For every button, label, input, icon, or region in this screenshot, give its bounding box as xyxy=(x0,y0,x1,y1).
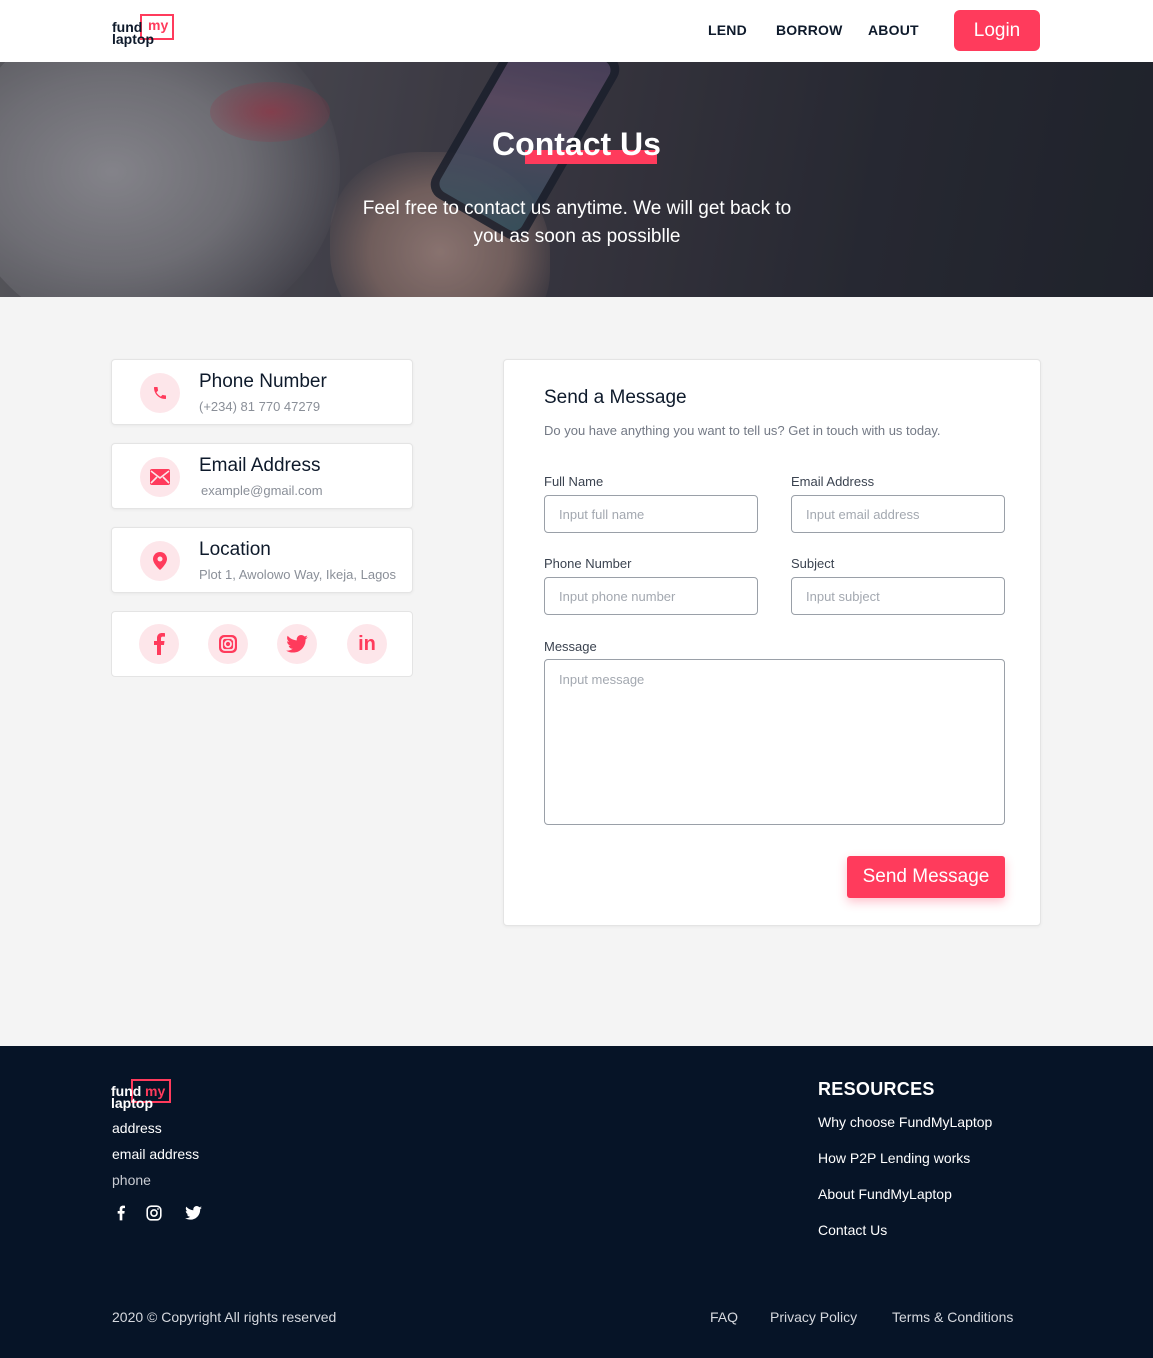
nav-lend-link[interactable]: LEND xyxy=(708,22,747,38)
resource-link-about[interactable]: About FundMyLaptop xyxy=(818,1186,952,1202)
message-textarea[interactable] xyxy=(544,659,1005,825)
full-name-label: Full Name xyxy=(544,474,604,489)
email-card: Email Address example@gmail.com xyxy=(111,443,413,509)
location-card: Location Plot 1, Awolowo Way, Ikeja, Lag… xyxy=(111,527,413,593)
site-footer: my fund laptop address email address pho… xyxy=(0,1046,1153,1358)
instagram-icon[interactable] xyxy=(208,624,248,664)
logo-text-line2: laptop xyxy=(112,31,154,47)
footer-address: address xyxy=(112,1120,162,1136)
page-title: Contact Us xyxy=(492,126,661,162)
map-pin-icon xyxy=(140,541,180,581)
faq-link[interactable]: FAQ xyxy=(710,1309,738,1325)
phone-label: Phone Number xyxy=(544,556,632,571)
resource-link-contact[interactable]: Contact Us xyxy=(818,1222,887,1238)
logo-text-line2: laptop xyxy=(111,1095,153,1111)
instagram-icon[interactable] xyxy=(145,1204,163,1222)
resource-link-how[interactable]: How P2P Lending works xyxy=(818,1150,970,1166)
twitter-icon[interactable] xyxy=(277,624,317,664)
phone-card: Phone Number (+234) 81 770 47279 xyxy=(111,359,413,425)
location-card-value: Plot 1, Awolowo Way, Ikeja, Lagos xyxy=(199,567,397,582)
nav-borrow-link[interactable]: BORROW xyxy=(776,22,843,38)
hero-banner: Contact Us Feel free to contact us anyti… xyxy=(0,62,1153,297)
form-description: Do you have anything you want to tell us… xyxy=(544,423,941,438)
hero-overlay xyxy=(0,62,1153,297)
footer-phone: phone xyxy=(112,1172,151,1188)
email-label: Email Address xyxy=(791,474,875,489)
top-nav: my fund laptop LEND BORROW ABOUT Login xyxy=(0,0,1153,62)
full-name-input[interactable] xyxy=(544,495,758,533)
phone-card-title: Phone Number xyxy=(199,371,327,392)
logo-accent-text: my xyxy=(148,17,169,33)
phone-card-value: (+234) 81 770 47279 xyxy=(199,399,321,414)
footer-logo[interactable]: my fund laptop xyxy=(111,1079,173,1111)
nav-about-link[interactable]: ABOUT xyxy=(868,22,919,38)
form-title: Send a Message xyxy=(544,387,687,408)
phone-icon xyxy=(140,373,180,413)
message-label: Message xyxy=(544,639,597,654)
resource-link-why[interactable]: Why choose FundMyLaptop xyxy=(818,1114,992,1130)
email-card-title: Email Address xyxy=(199,455,321,476)
facebook-icon[interactable] xyxy=(112,1204,130,1222)
send-message-button[interactable]: Send Message xyxy=(847,856,1005,898)
location-card-title: Location xyxy=(199,539,271,560)
login-button[interactable]: Login xyxy=(954,10,1040,51)
footer-email: email address xyxy=(112,1146,200,1162)
brand-logo[interactable]: my fund laptop xyxy=(112,14,176,46)
phone-input[interactable] xyxy=(544,577,758,615)
subject-input[interactable] xyxy=(791,577,1005,615)
hero-subtitle: Feel free to contact us anytime. We will… xyxy=(362,198,792,247)
resources-heading: RESOURCES xyxy=(818,1079,935,1099)
contact-form: Send a Message Do you have anything you … xyxy=(503,359,1041,926)
subject-label: Subject xyxy=(791,556,835,571)
twitter-icon[interactable] xyxy=(184,1204,202,1222)
social-links-card: in xyxy=(111,611,413,677)
terms-link[interactable]: Terms & Conditions xyxy=(892,1309,1013,1325)
mail-icon xyxy=(140,457,180,497)
linkedin-icon[interactable]: in xyxy=(347,624,387,664)
privacy-policy-link[interactable]: Privacy Policy xyxy=(770,1309,857,1325)
copyright-text: 2020 © Copyright All rights reserved xyxy=(112,1309,337,1325)
facebook-icon[interactable] xyxy=(139,624,179,664)
email-input[interactable] xyxy=(791,495,1005,533)
email-card-value: example@gmail.com xyxy=(201,483,323,498)
